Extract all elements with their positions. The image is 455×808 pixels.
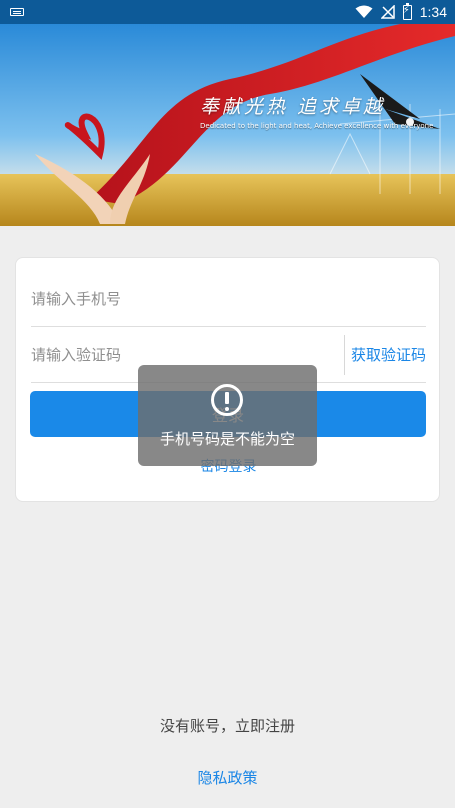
keyboard-icon bbox=[10, 8, 24, 16]
register-link[interactable]: 没有账号，立即注册 bbox=[0, 715, 455, 736]
code-input[interactable] bbox=[31, 345, 321, 364]
status-time: 1:34 bbox=[419, 4, 447, 20]
status-icons: 1:34 bbox=[355, 0, 447, 24]
privacy-policy-link[interactable]: 隐私政策 bbox=[0, 767, 455, 788]
status-bar: 1:34 bbox=[0, 0, 455, 24]
header-banner: 奉献光热 追求卓越 Dedicated to the light and hea… bbox=[0, 24, 455, 226]
wifi-icon bbox=[355, 5, 373, 18]
get-code-button[interactable]: 获取验证码 bbox=[343, 335, 426, 375]
banner-slogan-en: Dedicated to the light and heat, Achieve… bbox=[200, 122, 434, 130]
phone-input[interactable] bbox=[31, 289, 321, 308]
banner-slogan: 奉献光热 追求卓越 bbox=[200, 96, 386, 118]
phone-field bbox=[31, 271, 426, 327]
toast-text: 手机号码是不能为空 bbox=[159, 430, 295, 448]
alert-circle-icon bbox=[211, 384, 243, 416]
battery-charging-icon bbox=[402, 2, 412, 20]
toast-message: 手机号码是不能为空 bbox=[138, 365, 317, 466]
no-signal-icon bbox=[380, 5, 395, 19]
